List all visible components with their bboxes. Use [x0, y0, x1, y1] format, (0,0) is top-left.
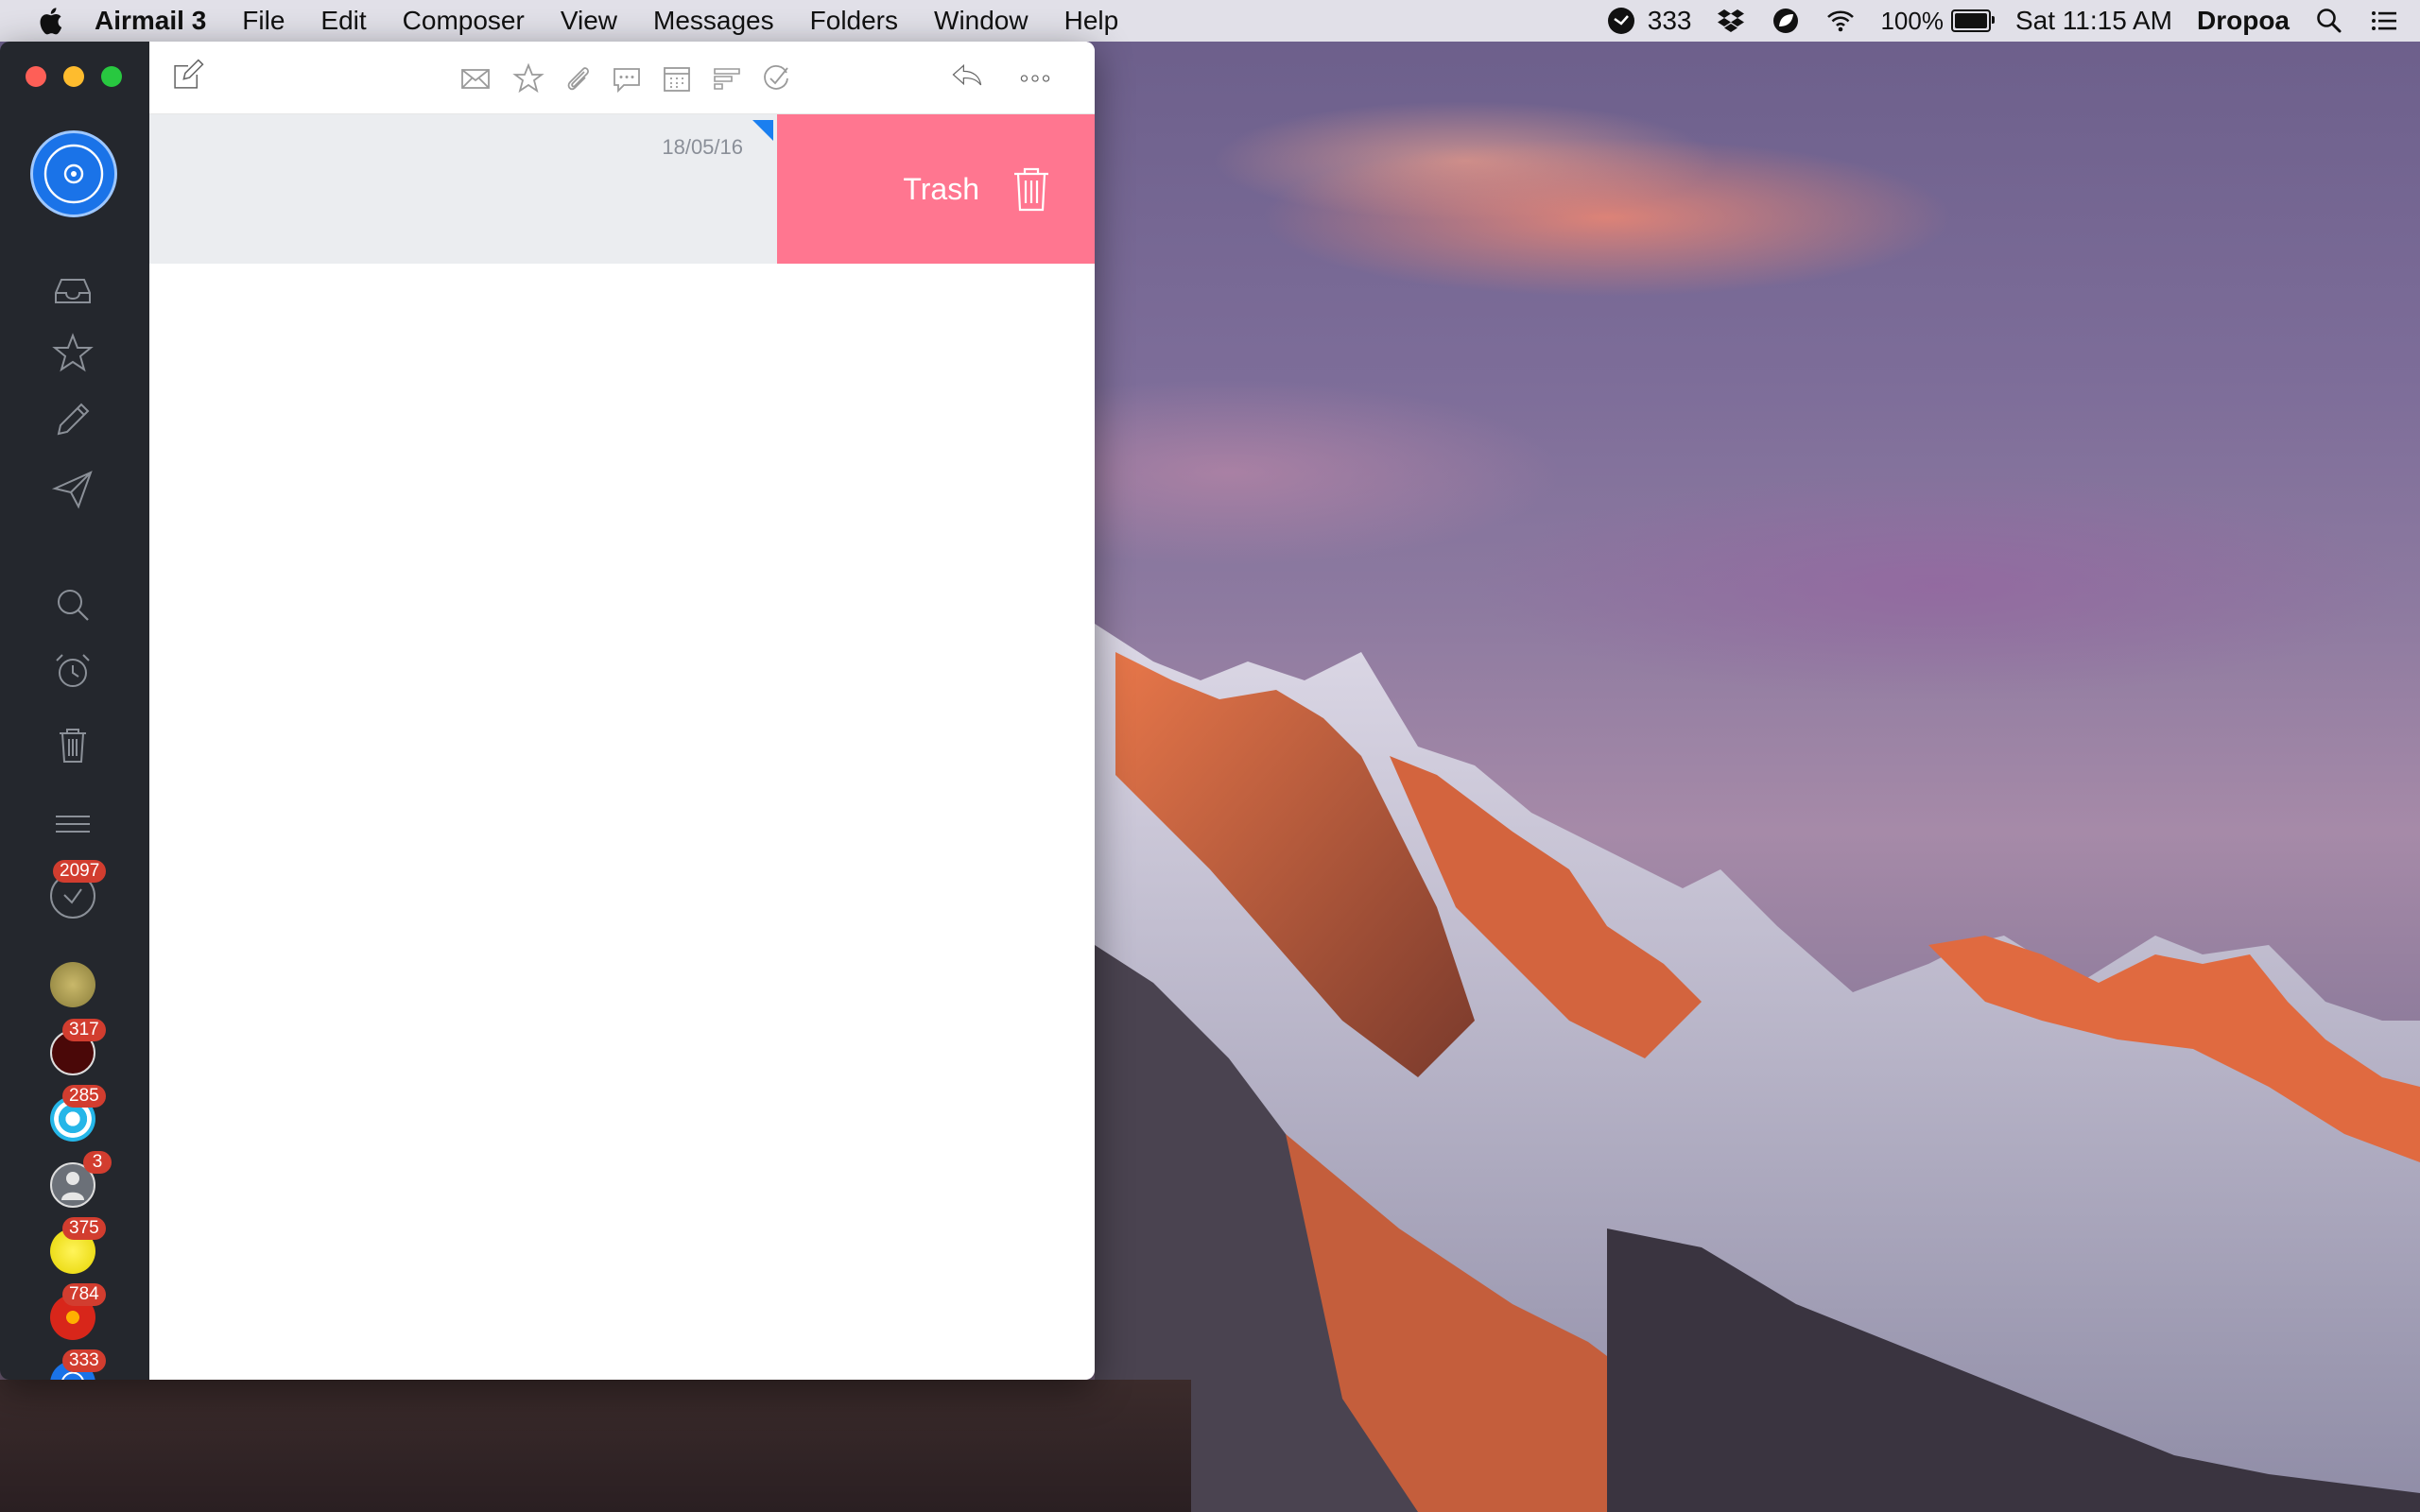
- leaf-app-icon[interactable]: [1771, 6, 1801, 36]
- account-badge-5: 3: [83, 1151, 112, 1174]
- starred-nav[interactable]: [50, 331, 95, 376]
- account-badge-7: 784: [62, 1283, 106, 1306]
- reply-button[interactable]: [951, 59, 1004, 100]
- message-date: 18/05/16: [662, 135, 743, 159]
- compose-icon: [174, 59, 204, 89]
- airmail-status-item[interactable]: 333: [1606, 6, 1692, 36]
- more-folders-nav[interactable]: [50, 801, 95, 847]
- airmail-status-icon: [1607, 8, 1634, 34]
- filter-attachments-button[interactable]: [562, 62, 594, 94]
- app-name-menu[interactable]: Airmail 3: [95, 6, 206, 36]
- battery-status[interactable]: 100%: [1880, 6, 1995, 36]
- account-badge-3: 317: [62, 1019, 106, 1041]
- menu-window[interactable]: Window: [934, 6, 1028, 36]
- envelope-icon: [461, 69, 490, 89]
- filter-starred-button[interactable]: [512, 62, 544, 94]
- battery-percent: 100%: [1880, 6, 1944, 35]
- paperclip-icon: [567, 67, 589, 91]
- trash-action-label: Trash: [903, 171, 979, 206]
- account-badge-1: 2097: [53, 860, 107, 883]
- apple-menu-icon[interactable]: [38, 7, 62, 35]
- menu-folders[interactable]: Folders: [810, 6, 898, 36]
- spotlight-search-icon[interactable]: [2314, 6, 2344, 36]
- menu-file[interactable]: File: [242, 6, 285, 36]
- trash-nav[interactable]: [50, 722, 95, 767]
- search-icon: [58, 590, 89, 621]
- message-row-content[interactable]: 18/05/16: [149, 114, 777, 264]
- wifi-icon[interactable]: [1825, 6, 1856, 36]
- paper-plane-icon: [51, 471, 93, 509]
- menu-view[interactable]: View: [561, 6, 617, 36]
- pencil-icon: [57, 403, 90, 436]
- ellipsis-icon: [1020, 75, 1050, 82]
- inbox-icon: [55, 279, 91, 303]
- inbox-nav[interactable]: [50, 268, 95, 314]
- alarm-clock-icon: [56, 654, 90, 687]
- sort-bars-icon: [714, 68, 740, 90]
- snoozed-nav[interactable]: [50, 648, 95, 694]
- window-minimize-button[interactable]: [63, 66, 84, 87]
- battery-icon: [1950, 9, 1995, 32]
- all-accounts-button[interactable]: [30, 130, 117, 217]
- toolbar: [149, 42, 1095, 114]
- dropbox-icon[interactable]: [1716, 6, 1746, 36]
- unread-indicator: [752, 120, 773, 141]
- mail-count: 333: [1647, 6, 1692, 35]
- filter-conversations-button[interactable]: [611, 62, 643, 94]
- speech-bubble-icon: [614, 68, 640, 94]
- account-badge-4: 285: [62, 1085, 106, 1108]
- sort-button[interactable]: [711, 62, 743, 94]
- menu-composer[interactable]: Composer: [403, 6, 525, 36]
- account-badge-6: 375: [62, 1217, 106, 1240]
- menu-lines-icon: [56, 816, 90, 833]
- account-avatar-2[interactable]: [50, 962, 95, 1007]
- search-nav[interactable]: [50, 582, 95, 627]
- filter-calendar-button[interactable]: [661, 62, 693, 94]
- menu-bar: Airmail 3 File Edit Composer View Messag…: [0, 0, 2420, 42]
- sent-nav[interactable]: [50, 467, 95, 512]
- drafts-nav[interactable]: [50, 397, 95, 442]
- calendar-icon: [664, 67, 690, 92]
- airmail-window: 2097 317 285 3 375 784 333 18/05/16 Tras…: [0, 42, 1095, 1380]
- trash-icon: [60, 729, 86, 763]
- menu-help[interactable]: Help: [1064, 6, 1119, 36]
- clock[interactable]: Sat 11:15 AM: [2015, 6, 2172, 36]
- notification-center-icon[interactable]: [2369, 6, 2399, 36]
- menu-edit[interactable]: Edit: [320, 6, 366, 36]
- message-list-pane: 18/05/16 Trash: [149, 42, 1095, 1380]
- window-zoom-button[interactable]: [101, 66, 122, 87]
- sidebar: 2097 317 285 3 375 784 333: [0, 42, 149, 1380]
- account-badge-8: 333: [62, 1349, 106, 1372]
- foreground-rocks: [0, 1380, 1191, 1512]
- compose-button[interactable]: [172, 59, 214, 100]
- filter-done-button[interactable]: [760, 62, 792, 94]
- reply-arrow-icon: [952, 63, 982, 86]
- star-icon: [52, 333, 94, 372]
- user-menu[interactable]: Dropoa: [2197, 6, 2290, 36]
- airmail-target-icon: [43, 144, 104, 204]
- message-row[interactable]: 18/05/16 Trash: [149, 114, 1095, 264]
- filter-unread-button[interactable]: [459, 62, 492, 94]
- star-icon: [512, 62, 544, 94]
- more-actions-button[interactable]: [1019, 62, 1066, 94]
- done-check-icon: [764, 65, 788, 90]
- trash-icon: [1014, 167, 1048, 212]
- menu-messages[interactable]: Messages: [653, 6, 774, 36]
- status-area: 333 100% Sat 11:15 AM Dropoa: [1582, 0, 2399, 42]
- swipe-trash-button[interactable]: Trash: [777, 114, 1095, 264]
- window-close-button[interactable]: [26, 66, 46, 87]
